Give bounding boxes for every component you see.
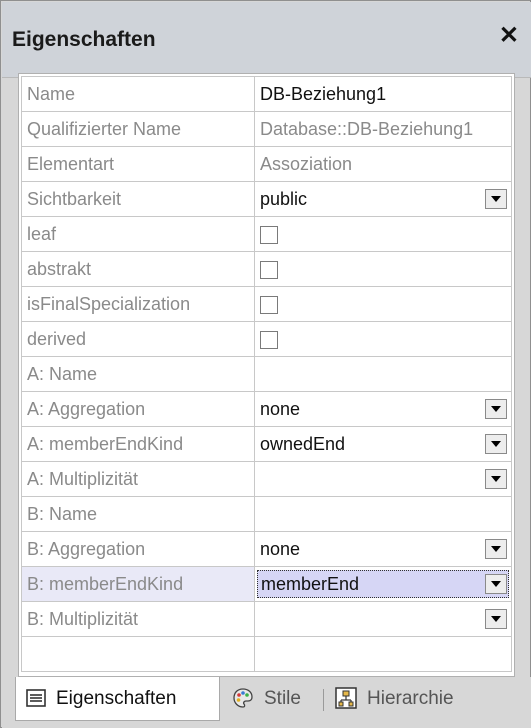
property-key: Qualifizierter Name: [21, 111, 255, 147]
property-row: Sichtbarkeit public: [21, 181, 512, 217]
property-key: leaf: [21, 216, 255, 252]
panel-title: Eigenschaften: [12, 28, 156, 51]
tab-bar: Eigenschaften Stile Hierarchie: [2, 677, 531, 728]
tab-label-hierarchie: Hierarchie: [367, 688, 454, 709]
property-value[interactable]: none: [254, 531, 512, 567]
property-key: Name: [21, 76, 255, 112]
property-row: leaf: [21, 216, 512, 252]
palette-icon: [233, 688, 253, 708]
property-row: A: Name: [21, 356, 512, 392]
property-row: A: memberEndKind ownedEnd: [21, 426, 512, 462]
tab-hierarchie[interactable]: Hierarchie: [335, 677, 485, 721]
property-row: B: memberEndKind memberEnd: [21, 566, 512, 602]
close-icon[interactable]: ✕: [499, 24, 519, 48]
dropdown-value: none: [260, 538, 301, 559]
property-value[interactable]: DB-Beziehung1: [254, 76, 512, 112]
dropdown-arrow-icon[interactable]: [485, 469, 507, 489]
property-key: A: Multiplizität: [21, 461, 255, 497]
properties-panel: Eigenschaften ✕ Name DB-Beziehung1 Qualifi…: [0, 0, 531, 728]
property-key: A: memberEndKind: [21, 426, 255, 462]
property-row: B: Name: [21, 496, 512, 532]
dropdown-value: memberEnd: [257, 570, 509, 598]
property-value[interactable]: [254, 356, 512, 392]
property-row: B: Aggregation none: [21, 531, 512, 567]
property-grid: Name DB-Beziehung1 Qualifizierter Name Data…: [18, 73, 515, 677]
property-row: Name DB-Beziehung1: [21, 76, 512, 112]
property-key: B: Aggregation: [21, 531, 255, 567]
empty-cell: [254, 636, 512, 672]
property-value[interactable]: memberEnd: [254, 566, 512, 602]
hierarchy-icon: [335, 687, 357, 709]
property-row: A: Multiplizität: [21, 461, 512, 497]
property-key: Sichtbarkeit: [21, 181, 255, 217]
property-table: Name DB-Beziehung1 Qualifizierter Name Data…: [21, 76, 512, 672]
checkbox[interactable]: [260, 330, 278, 349]
tab-label-stile: Stile: [264, 688, 301, 709]
property-value[interactable]: [254, 251, 512, 287]
tab-label-eigenschaften: Eigenschaften: [56, 688, 177, 709]
property-value[interactable]: [254, 286, 512, 322]
property-value[interactable]: ownedEnd: [254, 426, 512, 462]
empty-row: [21, 636, 512, 672]
property-key: abstrakt: [21, 251, 255, 287]
property-key: A: Aggregation: [21, 391, 255, 427]
property-value[interactable]: public: [254, 181, 512, 217]
property-key: B: Name: [21, 496, 255, 532]
dropdown-arrow-icon[interactable]: [485, 609, 507, 629]
dropdown-value: none: [260, 398, 301, 419]
property-row: Qualifizierter Name Database::DB-Beziehun…: [21, 111, 512, 147]
properties-icon: [26, 689, 46, 707]
checkbox[interactable]: [260, 260, 278, 279]
property-value[interactable]: [254, 216, 512, 252]
dropdown-arrow-icon[interactable]: [485, 434, 507, 454]
property-value[interactable]: [254, 461, 512, 497]
checkbox[interactable]: [260, 295, 278, 314]
property-key: A: Name: [21, 356, 255, 392]
property-value[interactable]: [254, 601, 512, 637]
dropdown-arrow-icon[interactable]: [485, 189, 507, 209]
dropdown-arrow-icon[interactable]: [485, 539, 507, 559]
title-bar: Eigenschaften ✕: [2, 2, 531, 78]
property-row: derived: [21, 321, 512, 357]
tab-separator: [323, 689, 324, 711]
property-row: abstrakt: [21, 251, 512, 287]
property-row: A: Aggregation none: [21, 391, 512, 427]
value-text: Database::DB-Beziehung1: [260, 118, 474, 139]
property-value[interactable]: none: [254, 391, 512, 427]
property-key: B: memberEndKind: [21, 566, 255, 602]
property-value: Assoziation: [254, 146, 512, 182]
dropdown-arrow-icon[interactable]: [485, 399, 507, 419]
property-row: isFinalSpecialization: [21, 286, 512, 322]
property-key: isFinalSpecialization: [21, 286, 255, 322]
dropdown-value: ownedEnd: [260, 433, 346, 454]
value-text: DB-Beziehung1: [260, 83, 387, 104]
property-value[interactable]: [254, 321, 512, 357]
property-key: Elementart: [21, 146, 255, 182]
empty-cell: [21, 636, 255, 672]
tab-stile[interactable]: Stile: [232, 677, 322, 721]
property-value[interactable]: [254, 496, 512, 532]
property-key: derived: [21, 321, 255, 357]
tab-eigenschaften[interactable]: Eigenschaften: [15, 677, 220, 721]
property-row: B: Multiplizität: [21, 601, 512, 637]
checkbox[interactable]: [260, 225, 278, 244]
dropdown-arrow-icon[interactable]: [485, 574, 507, 594]
dropdown-value: public: [260, 188, 308, 209]
value-text: Assoziation: [260, 153, 353, 174]
property-key: B: Multiplizität: [21, 601, 255, 637]
property-row: Elementart Assoziation: [21, 146, 512, 182]
property-value: Database::DB-Beziehung1: [254, 111, 512, 147]
